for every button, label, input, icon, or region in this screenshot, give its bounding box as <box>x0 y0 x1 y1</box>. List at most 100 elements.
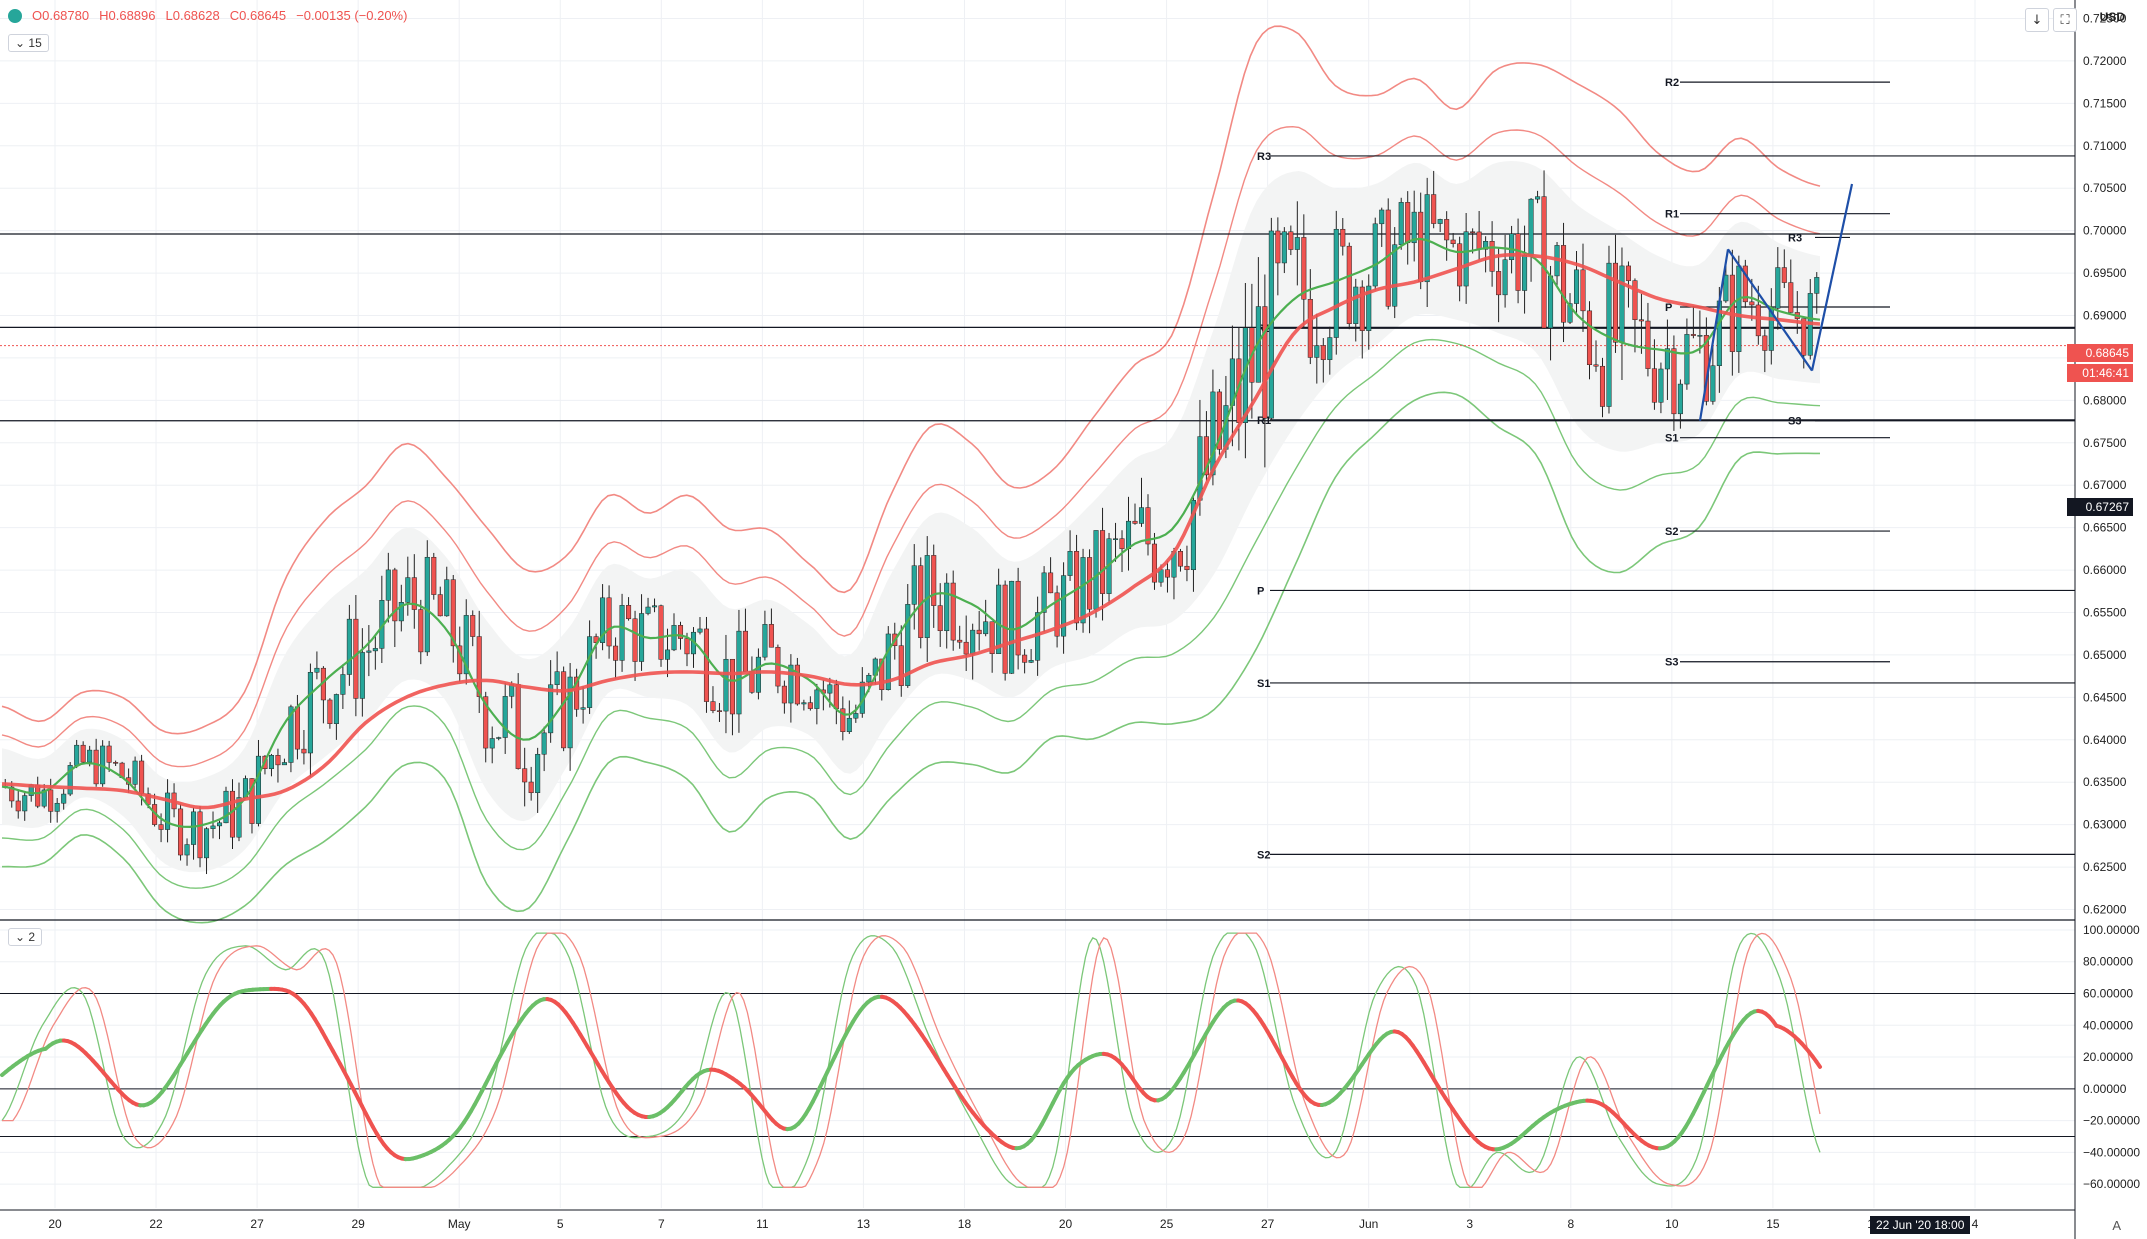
candle-down <box>80 744 86 763</box>
candle-down <box>275 755 281 766</box>
candle-down <box>1671 348 1677 415</box>
candle-up <box>1158 569 1164 583</box>
candle-down <box>158 824 164 830</box>
osc-tick-label: 80.00000 <box>2083 955 2133 969</box>
candle-up <box>1392 244 1398 307</box>
momentum-segment-down <box>1814 1059 1822 1069</box>
candle-up <box>385 569 391 601</box>
candle-up <box>983 621 989 635</box>
ohlc-legend: O0.68780 H0.68896 L0.68628 C0.68645 −0.0… <box>8 8 407 23</box>
candle-down <box>1541 196 1547 329</box>
candle-down <box>197 811 203 859</box>
legend-close: C0.68645 <box>229 8 287 23</box>
candle-up <box>340 674 346 695</box>
candle-up <box>762 624 768 658</box>
symbol-status-icon[interactable] <box>8 8 22 23</box>
candle-up <box>1658 368 1664 403</box>
candle-down <box>1457 243 1463 287</box>
candle-up <box>645 606 651 614</box>
price-tick-label: 0.62000 <box>2083 903 2127 917</box>
candle-up <box>619 605 625 661</box>
candle-down <box>1177 551 1183 567</box>
candle-down <box>768 624 774 648</box>
crosshair-time-tag: 22 Jun '20 18:00 <box>1870 1216 1971 1234</box>
candle-up <box>1535 196 1541 200</box>
indicator-collapse-button[interactable]: ⌄ 15 <box>8 34 49 52</box>
candle-up <box>1028 660 1034 663</box>
indicator-count: 15 <box>28 36 42 50</box>
candle-down <box>1755 304 1761 337</box>
candle-down <box>703 628 709 702</box>
candle-up <box>1437 219 1443 224</box>
candle-down <box>749 670 755 693</box>
candle-up <box>671 625 677 651</box>
candle-up <box>866 674 872 683</box>
oscillator-collapse-button[interactable]: ⌄ 2 <box>8 928 43 946</box>
currency-label[interactable]: USD <box>2100 10 2125 24</box>
time-tick-label: 18 <box>958 1217 972 1231</box>
candle-up <box>1710 365 1716 402</box>
candle-up <box>1463 231 1469 287</box>
candle-down <box>327 699 333 724</box>
pivot-label: S3 <box>1788 416 1801 428</box>
candle-up <box>1775 267 1781 309</box>
chart-tools: ↓ ⛶ <box>2025 8 2077 32</box>
candle-down <box>632 618 638 662</box>
price-tick-label: 0.70500 <box>2083 181 2127 195</box>
auto-scale-button[interactable]: A <box>2112 1218 2121 1233</box>
candle-up <box>652 605 658 608</box>
candle-up <box>1125 520 1132 550</box>
candle-down <box>950 582 956 641</box>
candle-down <box>93 749 99 785</box>
candle-up <box>496 737 502 739</box>
candle-down <box>1612 262 1618 343</box>
candle-up <box>1573 269 1580 304</box>
candle-down <box>48 789 54 812</box>
osc-tick-label: 40.00000 <box>2083 1018 2133 1032</box>
candle-up <box>216 822 223 827</box>
arrow-down-icon[interactable]: ↓ <box>2025 8 2049 32</box>
candle-down <box>937 605 943 632</box>
price-tick-label: 0.66500 <box>2083 521 2127 535</box>
time-tick-label: 10 <box>1665 1217 1679 1231</box>
price-tick-label: 0.71000 <box>2083 139 2127 153</box>
candle-up <box>372 648 378 652</box>
candle-up <box>1113 538 1119 540</box>
candle-down <box>976 629 982 635</box>
candle-up <box>1606 262 1612 407</box>
candle-up <box>814 689 820 709</box>
time-tick-label: 4 <box>1972 1217 1979 1231</box>
candle-up <box>535 753 541 794</box>
candle-down <box>1301 237 1307 300</box>
candle-down <box>1164 569 1170 578</box>
candle-up <box>366 650 372 653</box>
candle-down <box>1781 267 1787 283</box>
candle-down <box>1431 194 1437 224</box>
candle-down <box>515 684 521 769</box>
price-tick-label: 0.67000 <box>2083 478 2127 492</box>
candle-up <box>1281 231 1287 264</box>
time-tick-label: 29 <box>351 1217 365 1231</box>
candle-down <box>1515 233 1521 291</box>
candle-down <box>1593 364 1599 367</box>
chart-canvas[interactable]: R3R2R1PS1S2R2R1PS1S2S3R3S3 0.725000.7200… <box>0 0 2147 1239</box>
osc-tick-label: 100.00000 <box>2083 923 2140 937</box>
candle-up <box>541 732 547 755</box>
candle-down <box>431 556 437 595</box>
candle-down <box>15 800 21 812</box>
candle-up <box>827 684 833 694</box>
candle-up <box>346 618 352 675</box>
candle-up <box>1093 530 1099 610</box>
osc-tick-label: −40.00000 <box>2083 1145 2140 1159</box>
candle-up <box>61 793 67 804</box>
fullscreen-icon[interactable]: ⛶ <box>2053 8 2077 32</box>
pivot-label: S1 <box>1665 433 1678 445</box>
candle-down <box>1100 530 1106 594</box>
osc-tick-label: −20.00000 <box>2083 1114 2140 1128</box>
candle-up <box>405 577 411 603</box>
candle-down <box>437 594 443 617</box>
candle-up <box>184 844 190 856</box>
candle-up <box>22 795 28 812</box>
candle-up <box>54 802 60 812</box>
candle-up <box>853 713 859 719</box>
